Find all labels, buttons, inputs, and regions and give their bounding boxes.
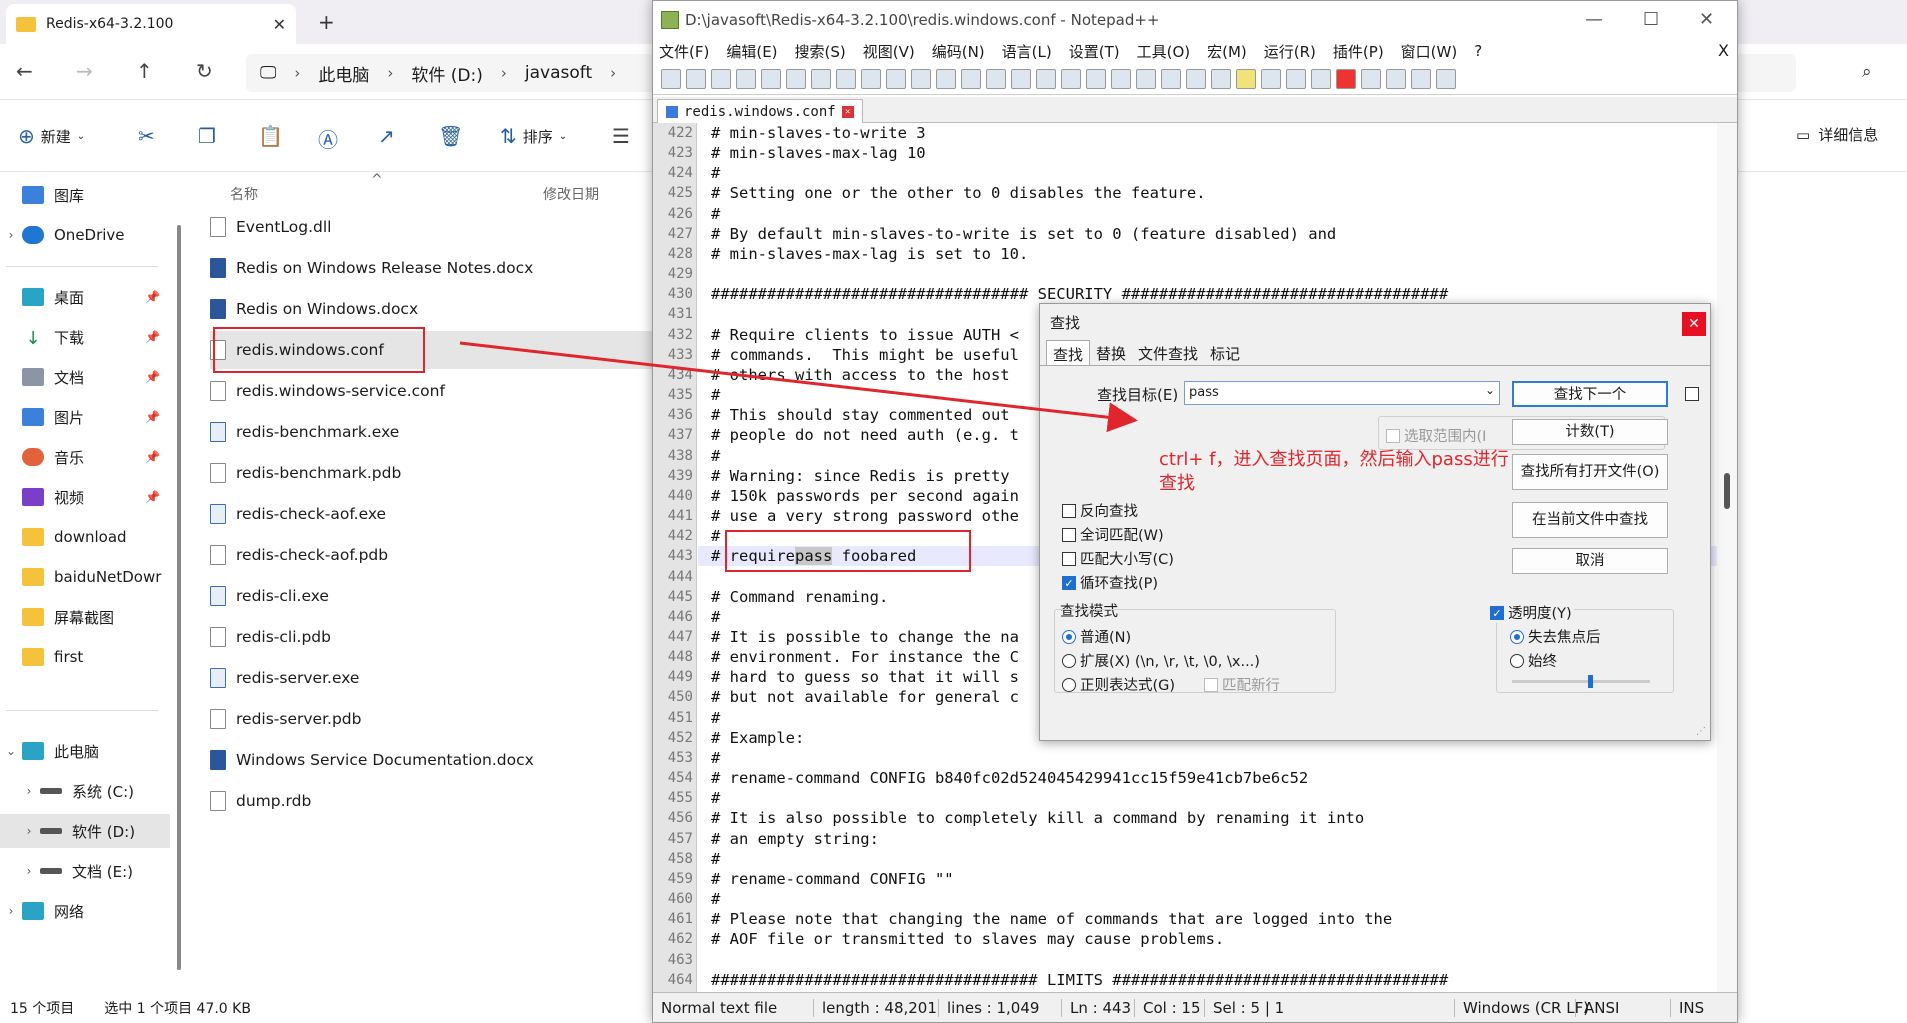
annotation-arrow: [459, 341, 1138, 433]
annotation-note: ctrl+ f，进入查找页面，然后输入pass进行查找: [1159, 449, 1509, 494]
